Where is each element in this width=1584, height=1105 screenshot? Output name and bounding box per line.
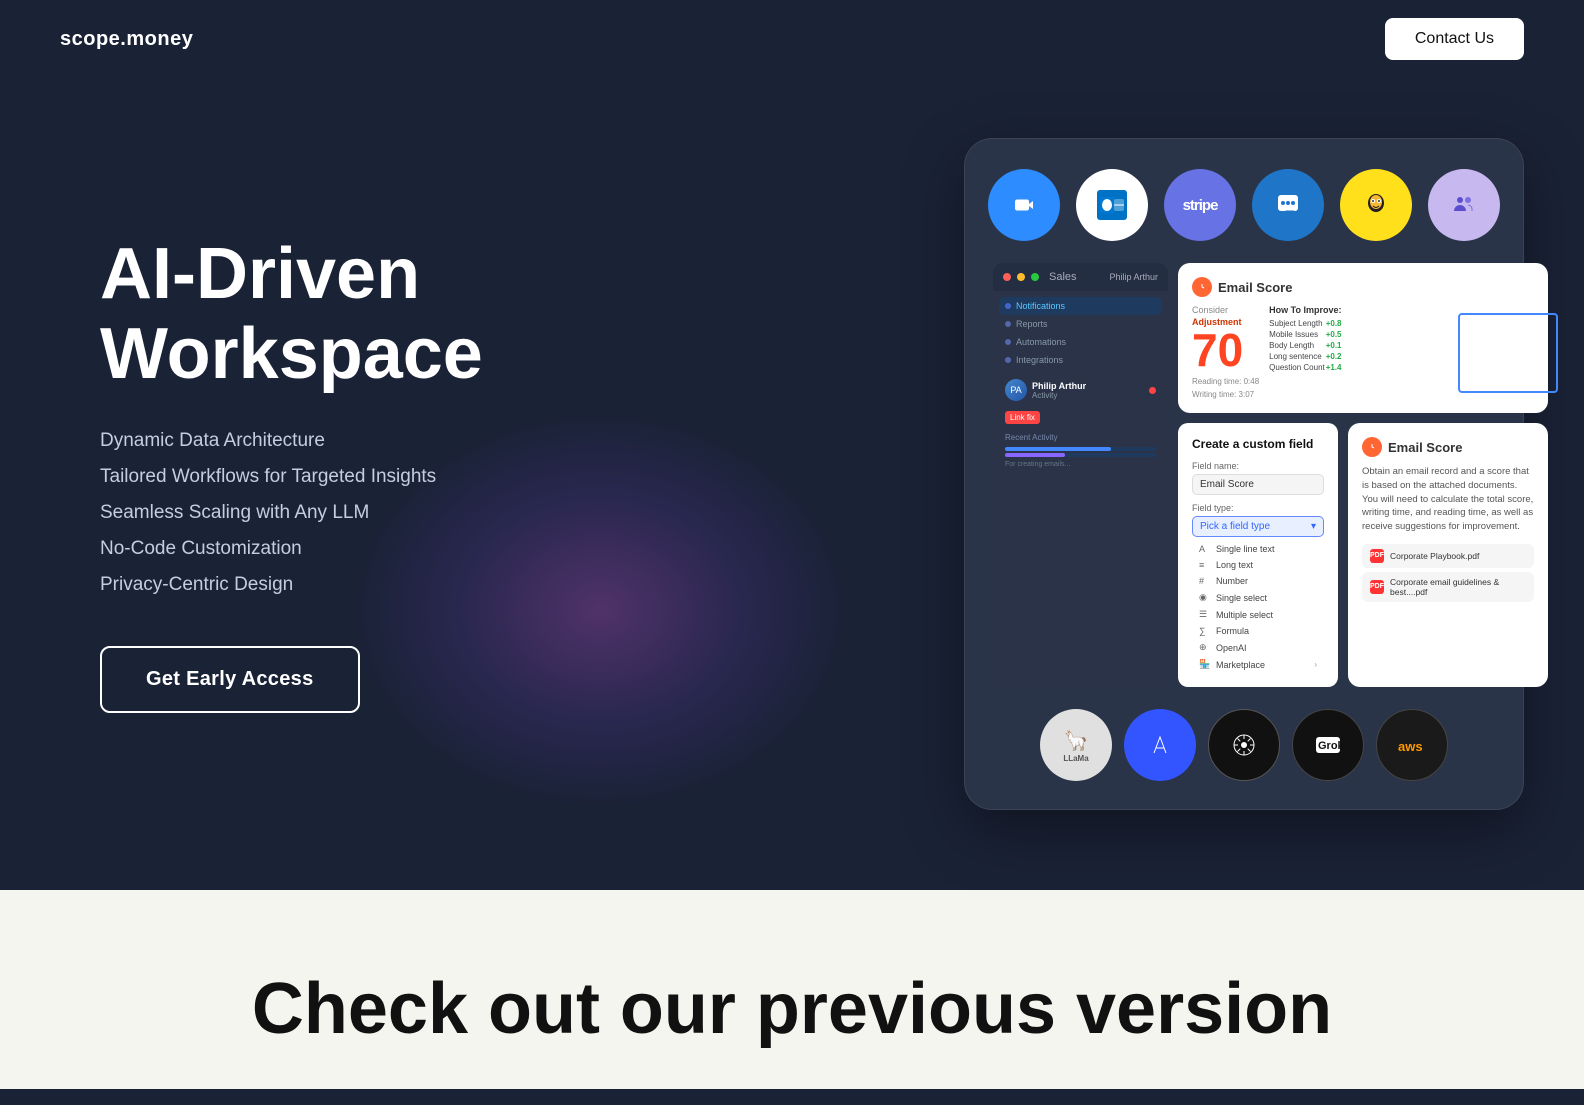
- feature-5: Privacy-Centric Design: [100, 574, 483, 596]
- avatar: PA: [1005, 379, 1027, 401]
- nav-integrations[interactable]: Integrations: [999, 351, 1162, 369]
- llama-icon: 🦙 LLaMa: [1040, 709, 1112, 781]
- type-marketplace[interactable]: 🏪 Marketplace ›: [1192, 656, 1324, 673]
- grok-icon: Grok: [1292, 709, 1364, 781]
- openai-icon: [1208, 709, 1280, 781]
- nav-automations[interactable]: Automations: [999, 333, 1162, 351]
- intercom-icon: [1252, 169, 1324, 241]
- type-multi-select[interactable]: ☰ Multiple select: [1192, 606, 1324, 623]
- doc-row-1[interactable]: PDF Corporate Playbook.pdf: [1362, 544, 1534, 568]
- type-single-line[interactable]: A Single line text: [1192, 541, 1324, 557]
- hero-left: AI-Driven Workspace Dynamic Data Archite…: [100, 235, 483, 712]
- anthropic-icon: [1124, 709, 1196, 781]
- doc-icon-1: PDF: [1370, 549, 1384, 563]
- detail-body: Obtain an email record and a score that …: [1362, 465, 1534, 534]
- type-formula[interactable]: ∑ Formula: [1192, 623, 1324, 639]
- bottom-heading: Check out our previous version: [60, 970, 1524, 1049]
- field-type-dropdown[interactable]: Pick a field type ▾: [1192, 516, 1324, 537]
- modal-title: Create a custom field: [1192, 437, 1324, 451]
- email-score-header: Email Score: [1192, 277, 1534, 297]
- person-row: PA Philip Arthur Activity: [999, 375, 1162, 405]
- dot-yellow: [1017, 273, 1025, 281]
- type-long-text[interactable]: ≡ Long text: [1192, 557, 1324, 573]
- type-single-select[interactable]: ◉ Single select: [1192, 589, 1324, 606]
- nav-reports[interactable]: Reports: [999, 315, 1162, 333]
- field-name-input[interactable]: Email Score: [1192, 474, 1324, 495]
- stripe-icon: stripe: [1164, 169, 1236, 241]
- doc-icon-2: PDF: [1370, 580, 1384, 594]
- score-icon: [1192, 277, 1212, 297]
- email-detail-card: Email Score Obtain an email record and a…: [1348, 423, 1548, 687]
- feature-3: Seamless Scaling with Any LLM: [100, 502, 483, 524]
- panel-header: Sales Philip Arthur: [993, 263, 1168, 291]
- aws-icon: aws: [1376, 709, 1448, 781]
- early-access-button[interactable]: Get Early Access: [100, 646, 360, 713]
- svg-text:aws: aws: [1398, 739, 1423, 754]
- zoom-icon: [988, 169, 1060, 241]
- bottom-section: Check out our previous version: [0, 890, 1584, 1089]
- contact-button[interactable]: Contact Us: [1385, 18, 1524, 60]
- sidebar-nav: Notifications Reports Automations I: [999, 297, 1162, 369]
- doc-row-2[interactable]: PDF Corporate email guidelines & best...…: [1362, 572, 1534, 602]
- svg-text:Grok: Grok: [1318, 740, 1342, 752]
- detail-header: Email Score: [1362, 437, 1534, 457]
- mailchimp-icon: [1340, 169, 1412, 241]
- nav-notifications[interactable]: Notifications: [999, 297, 1162, 315]
- top-icon-row: stripe: [993, 169, 1495, 241]
- outlook-icon: [1076, 169, 1148, 241]
- left-panel: Sales Philip Arthur Notifications Report…: [993, 263, 1168, 687]
- feature-2: Tailored Workflows for Targeted Insights: [100, 466, 483, 488]
- detail-title: Email Score: [1388, 440, 1462, 455]
- bottom-icon-row: 🦙 LLaMa Grok aws: [993, 709, 1495, 781]
- panel-title: Sales: [1049, 271, 1077, 283]
- dot-green: [1031, 273, 1039, 281]
- right-panels: Email Score Consider Adjustment 70 Readi…: [1178, 263, 1548, 687]
- teams-icon: [1428, 169, 1500, 241]
- custom-field-modal: Create a custom field Field name: Email …: [1178, 423, 1338, 687]
- feature-1: Dynamic Data Architecture: [100, 430, 483, 452]
- hero-features: Dynamic Data Architecture Tailored Workf…: [100, 430, 483, 596]
- logo: scope.money: [60, 28, 193, 51]
- bottom-row: Create a custom field Field name: Email …: [1178, 423, 1548, 687]
- feature-4: No-Code Customization: [100, 538, 483, 560]
- score-title: Email Score: [1218, 280, 1292, 295]
- card-content: Sales Philip Arthur Notifications Report…: [993, 263, 1495, 687]
- email-score-card: Email Score Consider Adjustment 70 Readi…: [1178, 263, 1548, 413]
- dot-red: [1003, 273, 1011, 281]
- navbar: scope.money Contact Us: [0, 0, 1584, 78]
- hero-title: AI-Driven Workspace: [100, 235, 483, 393]
- detail-icon: [1362, 437, 1382, 457]
- workspace-card: stripe Sales Philip Arthur: [964, 138, 1524, 810]
- panel-body: Notifications Reports Automations I: [993, 291, 1168, 476]
- type-number[interactable]: # Number: [1192, 573, 1324, 589]
- score-body: Consider Adjustment 70 Reading time: 0:4…: [1192, 305, 1534, 399]
- type-openai[interactable]: ⊕ OpenAI: [1192, 639, 1324, 656]
- hero-section: AI-Driven Workspace Dynamic Data Archite…: [0, 78, 1584, 890]
